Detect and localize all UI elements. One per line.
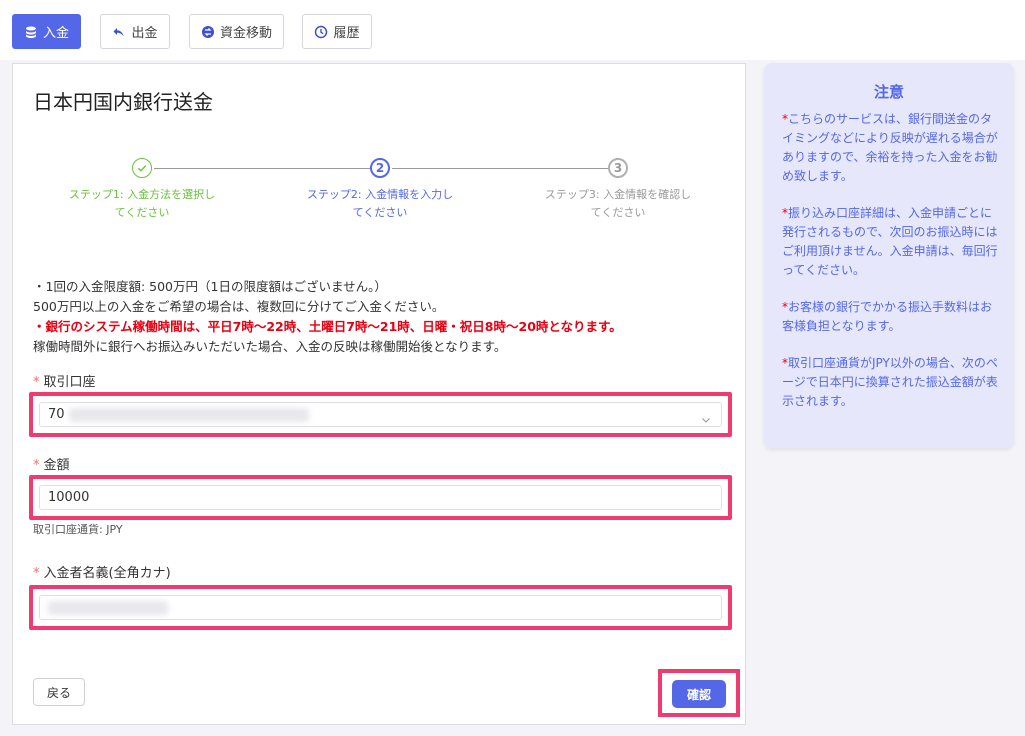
info-line: 稼働時間外に銀行へお振込みいただいた場合、入金の反映は稼働開始後となります。 [33, 339, 507, 354]
account-select-value: 70 [48, 407, 65, 422]
info-line-warning: ・銀行のシステム稼働時間は、平日7時〜22時、土曜日7時〜21時、日曜・祝日8時… [33, 319, 622, 334]
notice-panel: 注意 *こちらのサービスは、銀行間送金のタイミングなどにより反映が遅れる場合があ… [764, 63, 1014, 448]
fund-transfer-tab-label: 資金移動 [219, 26, 272, 41]
undo-arrow-icon [113, 27, 124, 36]
confirm-button[interactable]: 確認 [672, 680, 726, 708]
required-mark: * [33, 458, 40, 473]
currency-note: 取引口座通貨: JPY [33, 523, 123, 536]
step-1-check-icon [132, 158, 152, 178]
info-line: ・1回の入金限度額: 500万円（1日の限度額はございません。） [33, 279, 387, 294]
chevron-down-icon [702, 418, 710, 423]
withdraw-tab-label: 出金 [131, 26, 158, 41]
notice-title: 注意 [873, 83, 904, 101]
notice-item: *こちらのサービスは、銀行間送金のタイミングなどにより反映が遅れる場合があります… [782, 112, 998, 183]
step-2-label: ステップ2: 入金情報を入力してください [306, 188, 454, 219]
amount-field-label: * 金額 [33, 458, 70, 473]
notice-item: *お客様の銀行でかかる振込手数料はお客様負担となります。 [782, 300, 993, 333]
deposit-tab-label: 入金 [42, 26, 69, 41]
notice-item: *取引口座通貨がJPY以外の場合、次のページで日本円に換算された振込金額が表示さ… [782, 356, 998, 408]
step-1-label: ステップ1: 入金方法を選択してください [68, 188, 216, 219]
deposit-tab-button[interactable]: 入金 [12, 14, 81, 49]
stepper: 2 3 ステップ1: 入金方法を選択してください ステップ2: 入金情報を入力し… [13, 156, 747, 226]
account-field-label: * 取引口座 [33, 375, 96, 390]
name-highlight [29, 585, 732, 630]
history-tab-button[interactable]: 履歴 [302, 14, 372, 49]
step-connector [392, 168, 609, 169]
name-field-label: * 入金者名義(全角カナ) [33, 566, 171, 581]
step-3-circle: 3 [608, 158, 628, 178]
withdraw-tab-button[interactable]: 出金 [100, 14, 170, 49]
required-mark: * [33, 375, 40, 390]
required-mark: * [33, 566, 40, 581]
history-tab-label: 履歴 [333, 26, 360, 41]
deposit-info-text: ・1回の入金限度額: 500万円（1日の限度額はございません。） 500万円以上… [33, 277, 622, 357]
amount-input[interactable]: 10000 [39, 485, 722, 510]
confirm-highlight: 確認 [658, 669, 740, 717]
transfer-icon [201, 25, 214, 38]
step-2-circle: 2 [370, 158, 390, 178]
notice-item: *振り込み口座詳細は、入金申請ごとに発行されるもので、次回のお振込時にはご利用頂… [782, 206, 998, 277]
fund-transfer-tab-button[interactable]: 資金移動 [189, 14, 284, 49]
step-connector [154, 168, 371, 169]
back-button[interactable]: 戻る [33, 678, 85, 706]
redacted-account-text [68, 407, 309, 422]
amount-highlight: 10000 [29, 475, 732, 520]
account-highlight: 70 [29, 392, 732, 437]
deposit-form-card: 日本円国内銀行送金 2 3 ステップ1: 入金方法を選択してください ステップ2… [12, 63, 746, 725]
redacted-name-text [48, 600, 168, 615]
top-toolbar: 入金 出金 資金移動 履歴 [0, 0, 1025, 60]
account-select[interactable]: 70 [39, 402, 722, 427]
coins-icon [25, 26, 36, 38]
history-icon [315, 25, 328, 38]
depositor-name-input[interactable] [39, 595, 722, 620]
page-title: 日本円国内銀行送金 [33, 90, 213, 114]
info-line: 500万円以上の入金をご希望の場合は、複数回に分けてご入金ください。 [33, 299, 445, 314]
step-3-label: ステップ3: 入金情報を確認してください [544, 188, 692, 219]
